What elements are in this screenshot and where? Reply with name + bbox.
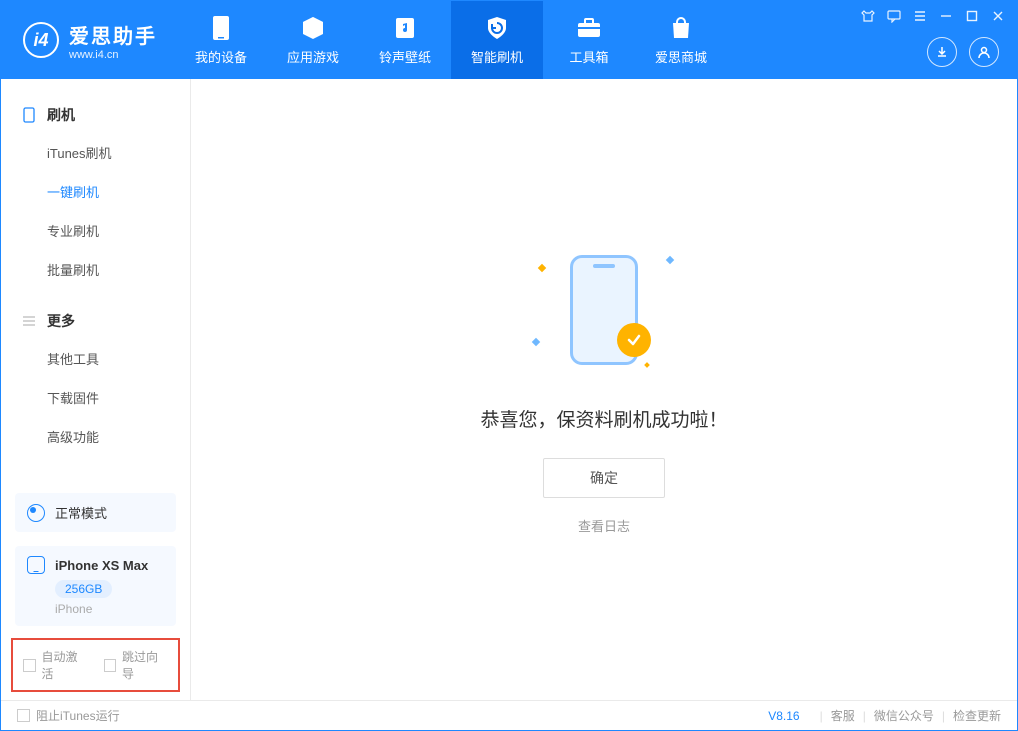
phone-icon	[208, 15, 234, 41]
sparkle-icon	[538, 263, 546, 271]
window-controls	[861, 9, 1005, 23]
tab-apps[interactable]: 应用游戏	[267, 1, 359, 79]
bottom-options-highlighted: 自动激活 跳过向导	[11, 638, 180, 692]
skin-icon[interactable]	[861, 9, 875, 23]
cube-icon	[300, 15, 326, 41]
checkbox-auto-activate[interactable]: 自动激活	[23, 648, 88, 682]
sidebar-item-itunes-flash[interactable]: iTunes刷机	[1, 133, 190, 172]
version-label: V8.16	[768, 709, 799, 723]
toolbox-icon	[576, 15, 602, 41]
sidebar-item-other-tools[interactable]: 其他工具	[1, 339, 190, 378]
download-button[interactable]	[927, 37, 957, 67]
sidebar-section-flash: 刷机	[1, 97, 190, 133]
feedback-icon[interactable]	[887, 9, 901, 23]
tab-flash[interactable]: 智能刷机	[451, 1, 543, 79]
mode-icon	[27, 504, 45, 522]
main-tabs: 我的设备 应用游戏 铃声壁纸 智能刷机 工具箱 爱思商城	[175, 1, 727, 79]
phone-outline-icon	[21, 107, 37, 123]
minimize-button[interactable]	[939, 9, 953, 23]
user-button[interactable]	[969, 37, 999, 67]
tab-my-device[interactable]: 我的设备	[175, 1, 267, 79]
list-icon	[21, 313, 37, 329]
menu-icon[interactable]	[913, 9, 927, 23]
device-type: iPhone	[55, 602, 164, 616]
checkbox-icon	[104, 659, 117, 672]
close-button[interactable]	[991, 9, 1005, 23]
sidebar-item-advanced[interactable]: 高级功能	[1, 417, 190, 456]
music-icon	[392, 15, 418, 41]
logo-icon: i4	[23, 22, 59, 58]
view-log-link[interactable]: 查看日志	[578, 516, 630, 535]
footer-link-support[interactable]: 客服	[831, 707, 855, 724]
maximize-button[interactable]	[965, 9, 979, 23]
sidebar-item-batch-flash[interactable]: 批量刷机	[1, 250, 190, 289]
main-content: 恭喜您，保资料刷机成功啦！ 确定 查看日志	[191, 79, 1017, 700]
ok-button[interactable]: 确定	[543, 458, 665, 498]
app-site: www.i4.cn	[69, 49, 157, 61]
mode-label: 正常模式	[55, 503, 107, 522]
sidebar-item-onekey-flash[interactable]: 一键刷机	[1, 172, 190, 211]
device-name: iPhone XS Max	[55, 558, 148, 573]
checkbox-icon	[17, 709, 30, 722]
check-badge-icon	[617, 323, 651, 357]
footer-link-update[interactable]: 检查更新	[953, 707, 1001, 724]
app-logo: i4 爱思助手 www.i4.cn	[1, 20, 175, 61]
header-right-buttons	[927, 37, 999, 67]
success-illustration	[529, 245, 679, 375]
sidebar-section-more: 更多	[1, 303, 190, 339]
mode-card[interactable]: 正常模式	[15, 493, 176, 532]
tab-store[interactable]: 爱思商城	[635, 1, 727, 79]
device-capacity: 256GB	[55, 580, 112, 598]
success-message: 恭喜您，保资料刷机成功啦！	[480, 405, 727, 432]
refresh-shield-icon	[484, 15, 510, 41]
tab-ringtone[interactable]: 铃声壁纸	[359, 1, 451, 79]
checkbox-icon	[23, 659, 36, 672]
sidebar-item-pro-flash[interactable]: 专业刷机	[1, 211, 190, 250]
sparkle-icon	[532, 337, 540, 345]
sparkle-icon	[644, 362, 650, 368]
footer-bar: 阻止iTunes运行 V8.16 | 客服 | 微信公众号 | 检查更新	[1, 700, 1017, 730]
device-card[interactable]: iPhone XS Max 256GB iPhone	[15, 546, 176, 626]
footer-link-wechat[interactable]: 微信公众号	[874, 707, 934, 724]
checkbox-skip-guide[interactable]: 跳过向导	[104, 648, 169, 682]
sparkle-icon	[666, 255, 674, 263]
sidebar: 刷机 iTunes刷机 一键刷机 专业刷机 批量刷机 更多 其他工具 下载固件 …	[1, 79, 191, 700]
checkbox-block-itunes[interactable]: 阻止iTunes运行	[17, 707, 120, 724]
header-bar: i4 爱思助手 www.i4.cn 我的设备 应用游戏 铃声壁纸 智能刷机 工具…	[1, 1, 1017, 79]
sidebar-item-download-firmware[interactable]: 下载固件	[1, 378, 190, 417]
tab-toolbox[interactable]: 工具箱	[543, 1, 635, 79]
device-icon	[27, 556, 45, 574]
app-name: 爱思助手	[69, 20, 157, 49]
bag-icon	[668, 15, 694, 41]
